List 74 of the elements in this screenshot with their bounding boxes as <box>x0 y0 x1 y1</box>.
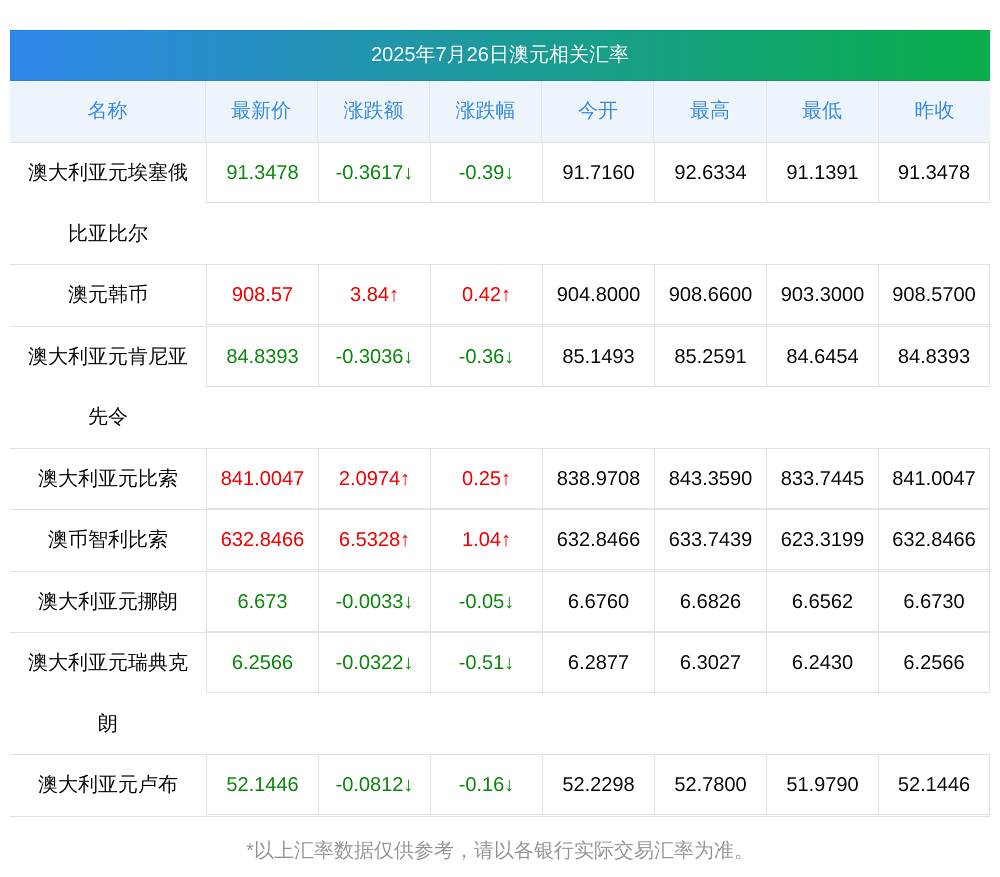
table-cell: 838.9708 <box>542 448 654 508</box>
table-cell: 841.0047 <box>878 448 990 508</box>
table-cell: -0.39↓ <box>430 143 542 203</box>
table-cell: 84.8393 <box>206 326 318 386</box>
table-cell: 6.2566 <box>878 633 990 693</box>
table-cell: 52.1446 <box>878 755 990 815</box>
table-cell: -0.16↓ <box>430 755 542 815</box>
column-header: 涨跌额 <box>316 81 429 142</box>
table-cell: 6.673 <box>206 572 318 632</box>
table-cell: 6.6730 <box>878 572 990 632</box>
table-cell: 85.2591 <box>654 326 766 386</box>
table-cell: 91.3478 <box>878 143 990 203</box>
table-cell: 6.3027 <box>654 633 766 693</box>
table-cell: 632.8466 <box>206 510 318 570</box>
currency-name: 澳大利亚元埃塞俄比亚比尔 <box>27 161 189 246</box>
table-cell: 632.8466 <box>878 510 990 570</box>
column-header: 最高 <box>653 81 766 142</box>
column-header: 昨收 <box>878 81 990 142</box>
table-cell: 6.6826 <box>654 572 766 632</box>
table-cell: 52.2298 <box>542 755 654 815</box>
table-cell: 6.6562 <box>766 572 878 632</box>
table-cell: 6.2877 <box>542 633 654 693</box>
table-cell: 52.1446 <box>206 755 318 815</box>
table-cell: 633.7439 <box>654 510 766 570</box>
table-cell: 0.42↑ <box>430 265 542 325</box>
currency-name: 澳大利亚元肯尼亚先令 <box>27 344 189 430</box>
table-cell: 1.04↑ <box>430 510 542 570</box>
table-cell: 91.7160 <box>542 143 654 203</box>
table-cell: 908.6600 <box>654 265 766 325</box>
table-cell: 91.1391 <box>766 143 878 203</box>
table-cell: 833.7445 <box>766 448 878 508</box>
table-cell: 91.3478 <box>206 143 318 203</box>
column-header: 涨跌幅 <box>429 81 542 142</box>
table-cell: -0.51↓ <box>430 633 542 693</box>
currency-name: 澳元韩币 <box>67 283 149 308</box>
table-cell: 632.8466 <box>542 510 654 570</box>
table-cell: 85.1493 <box>542 326 654 386</box>
table-cell: 903.3000 <box>766 265 878 325</box>
table-cell: -0.0812↓ <box>318 755 430 815</box>
table-cell: -0.0322↓ <box>318 633 430 693</box>
table-title: 2025年7月26日澳元相关汇率 <box>10 30 990 81</box>
table-cell: 52.7800 <box>654 755 766 815</box>
column-header: 今开 <box>541 81 654 142</box>
table-cell: 84.6454 <box>766 326 878 386</box>
table-cell: 843.3590 <box>654 448 766 508</box>
table-cell: 908.57 <box>206 265 318 325</box>
table-cell: 623.3199 <box>766 510 878 570</box>
table-cell: -0.3617↓ <box>318 143 430 203</box>
footnote: *以上汇率数据仅供参考，请以各银行实际交易汇率为准。 <box>245 838 755 864</box>
table-cell: 6.2430 <box>766 633 878 693</box>
table-cell: 6.2566 <box>206 633 318 693</box>
table-cell: 92.6334 <box>654 143 766 203</box>
column-header: 最新价 <box>204 81 317 142</box>
currency-name: 澳币智利比索 <box>47 528 169 553</box>
currency-name: 澳大利亚元瑞典克朗 <box>27 651 189 736</box>
table-cell: -0.36↓ <box>430 326 542 386</box>
table-cell: 0.25↑ <box>430 448 542 508</box>
column-header: 最低 <box>766 81 878 142</box>
table-cell: 2.0974↑ <box>318 448 430 508</box>
table-cell: 6.6760 <box>542 572 654 632</box>
table-cell: 84.8393 <box>878 326 990 386</box>
table-cell: 904.8000 <box>542 265 654 325</box>
table-cell: 51.9790 <box>766 755 878 815</box>
table-cell: -0.3036↓ <box>318 326 430 386</box>
currency-name: 澳大利亚元比索 <box>37 466 179 492</box>
table-cell: 841.0047 <box>206 448 318 508</box>
currency-name: 澳大利亚元挪朗 <box>37 590 179 614</box>
table-cell: 908.5700 <box>878 265 990 325</box>
table-cell: 3.84↑ <box>318 265 430 325</box>
table-cell: -0.05↓ <box>430 572 542 632</box>
table-cell: -0.0033↓ <box>318 572 430 632</box>
column-header: 名称 <box>86 99 128 124</box>
table-cell: 6.5328↑ <box>318 510 430 570</box>
currency-name: 澳大利亚元卢布 <box>37 773 179 798</box>
